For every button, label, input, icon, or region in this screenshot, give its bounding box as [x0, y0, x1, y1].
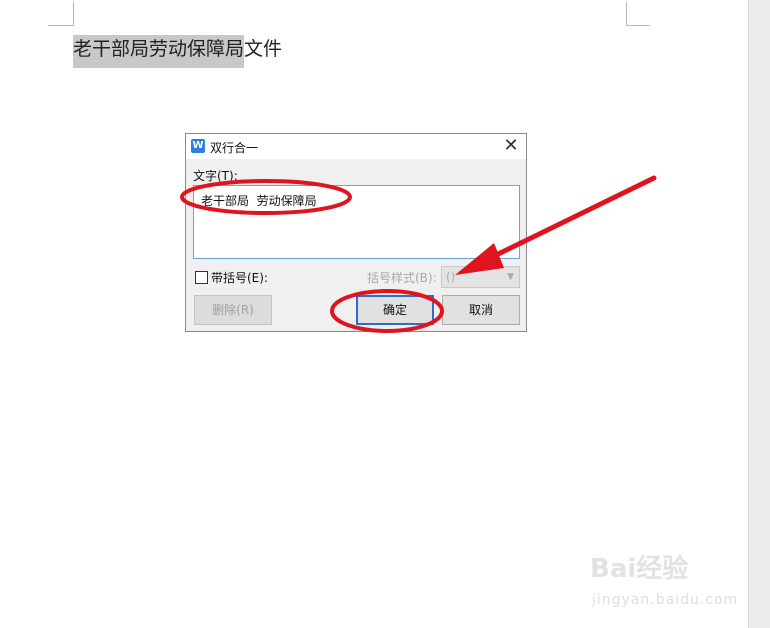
arrow-shaft — [487, 175, 657, 261]
highlight-ellipse-ok — [330, 289, 444, 333]
annotation-overlay — [180, 175, 657, 333]
highlight-ellipse-text — [180, 179, 352, 215]
arrow-icon — [455, 243, 504, 275]
